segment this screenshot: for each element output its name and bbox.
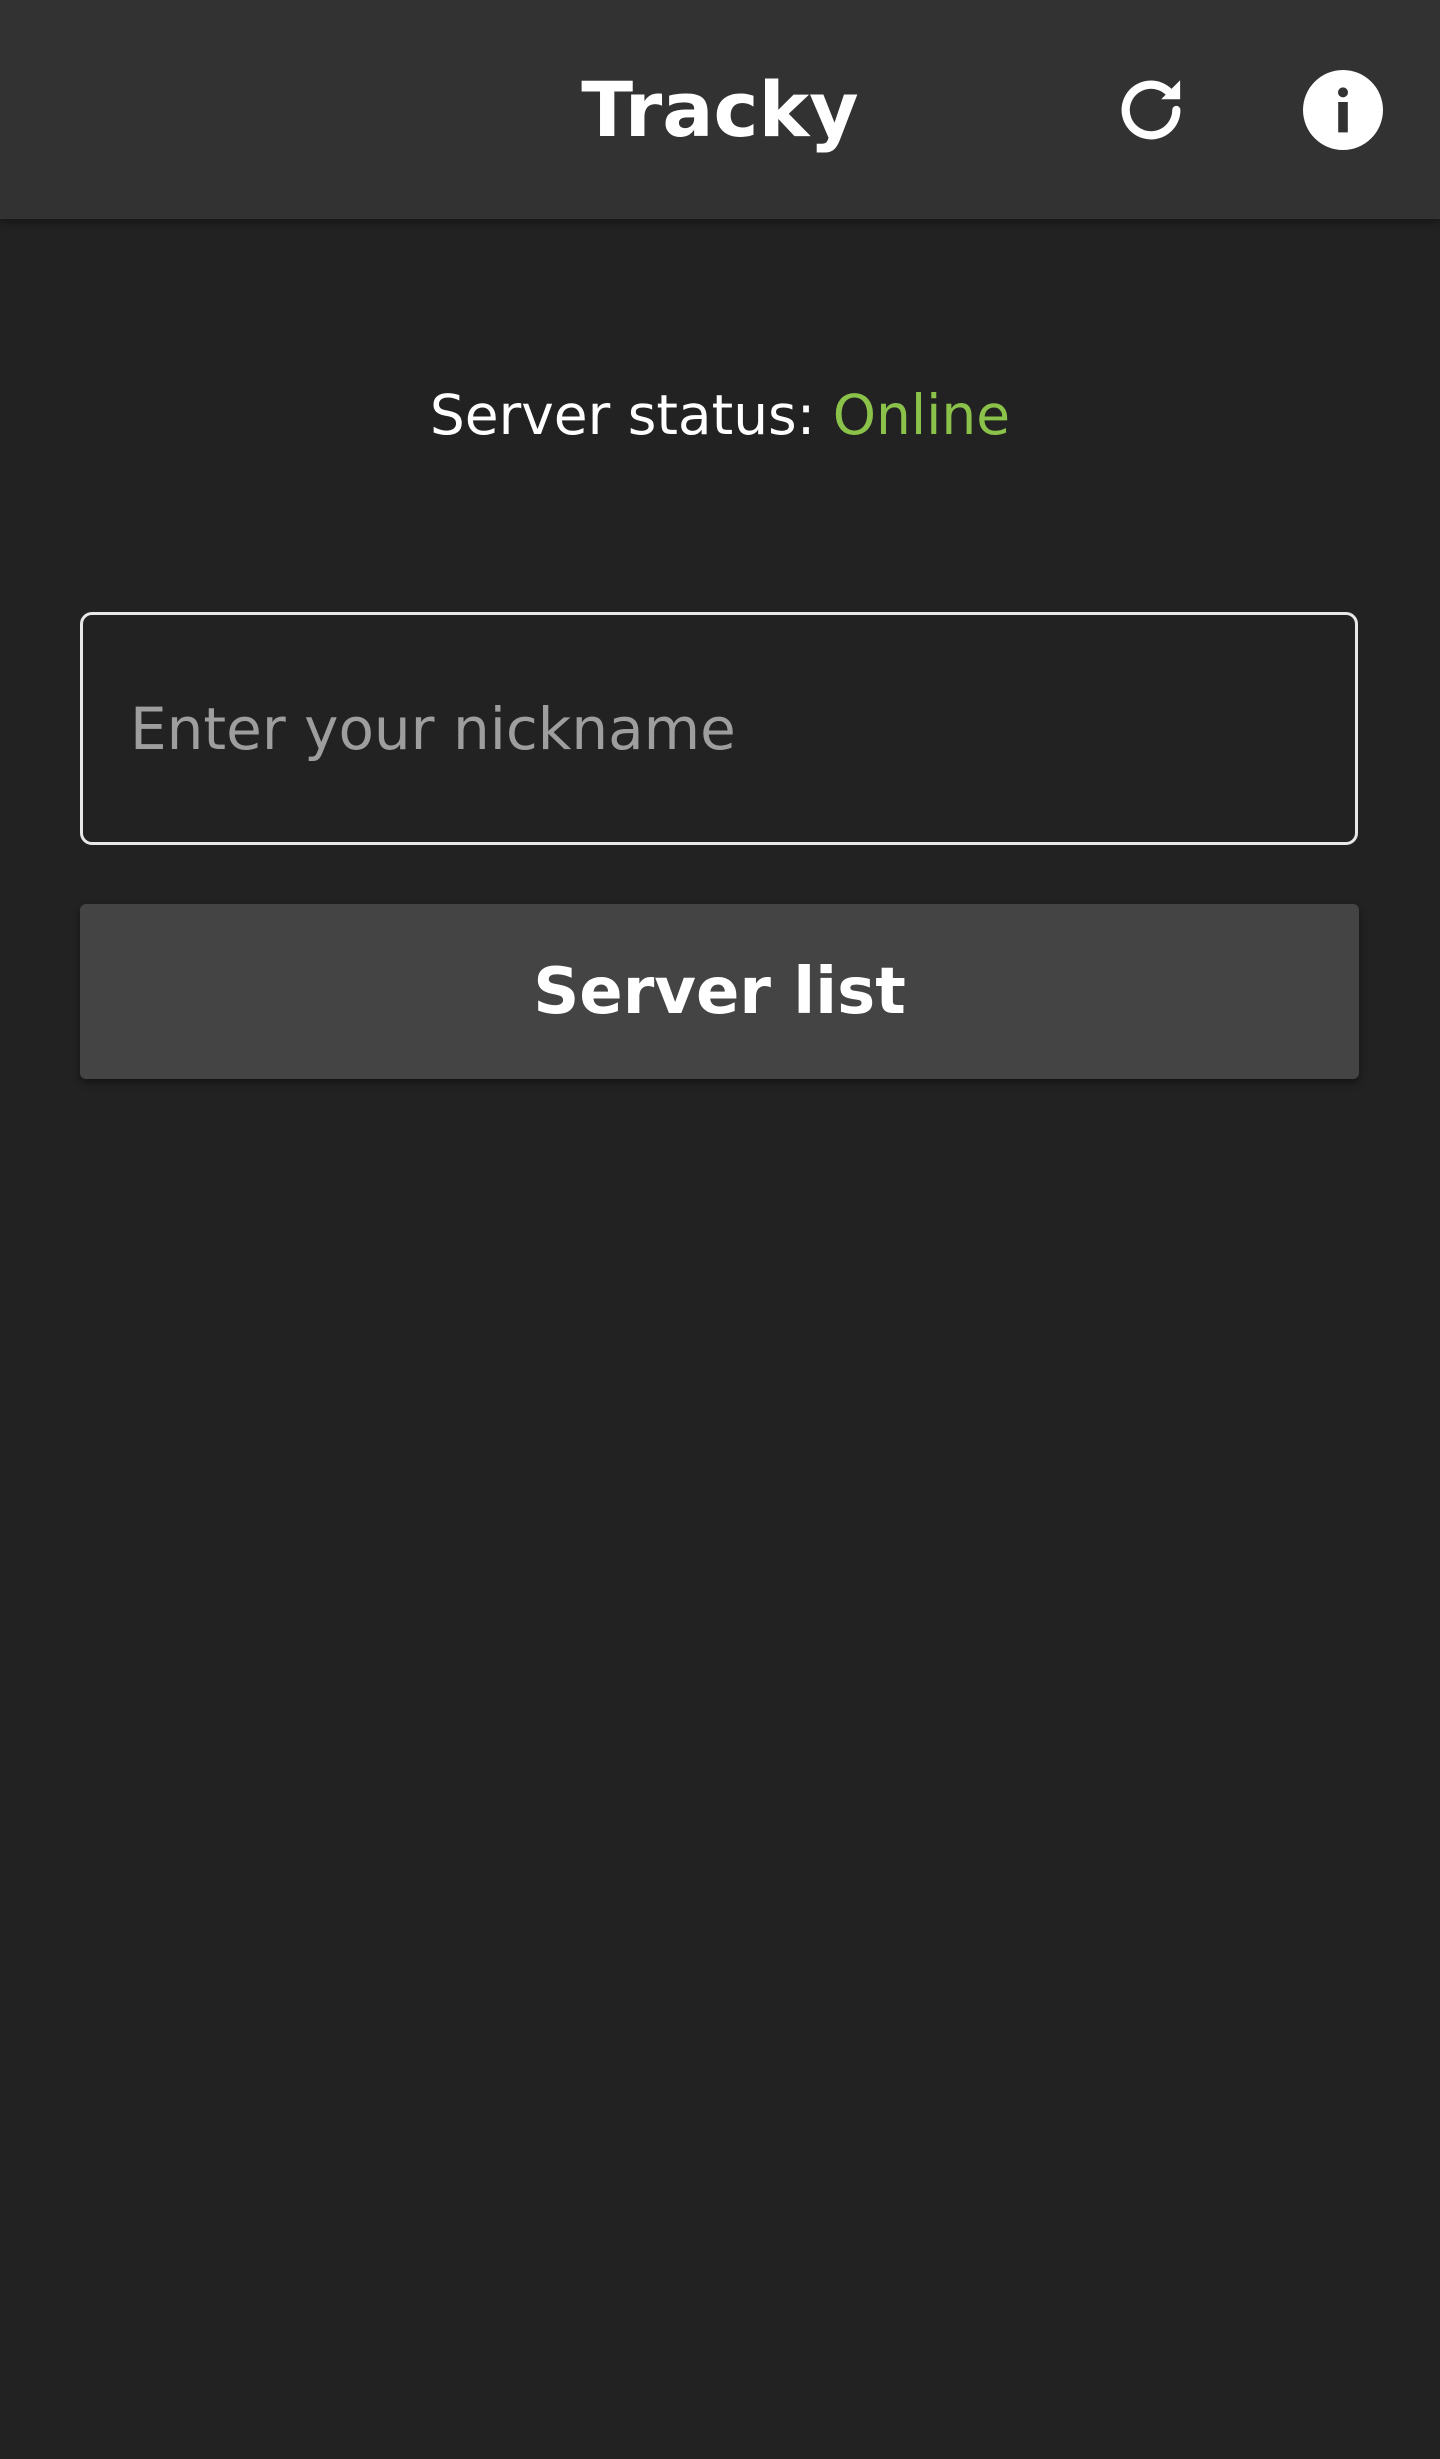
server-status: Server status: Online (0, 370, 1440, 460)
app-screen: Tracky Server status: Online Server list (0, 0, 1440, 2459)
refresh-button[interactable] (1096, 55, 1206, 165)
nickname-input[interactable] (80, 612, 1358, 845)
refresh-icon (1121, 80, 1181, 140)
app-title: Tracky (581, 65, 859, 154)
server-status-label: Server status: (429, 383, 833, 447)
server-list-button[interactable]: Server list (80, 904, 1359, 1079)
app-bar: Tracky (0, 0, 1440, 219)
info-button[interactable] (1288, 55, 1398, 165)
info-icon (1303, 70, 1383, 150)
server-status-value: Online (832, 383, 1011, 447)
